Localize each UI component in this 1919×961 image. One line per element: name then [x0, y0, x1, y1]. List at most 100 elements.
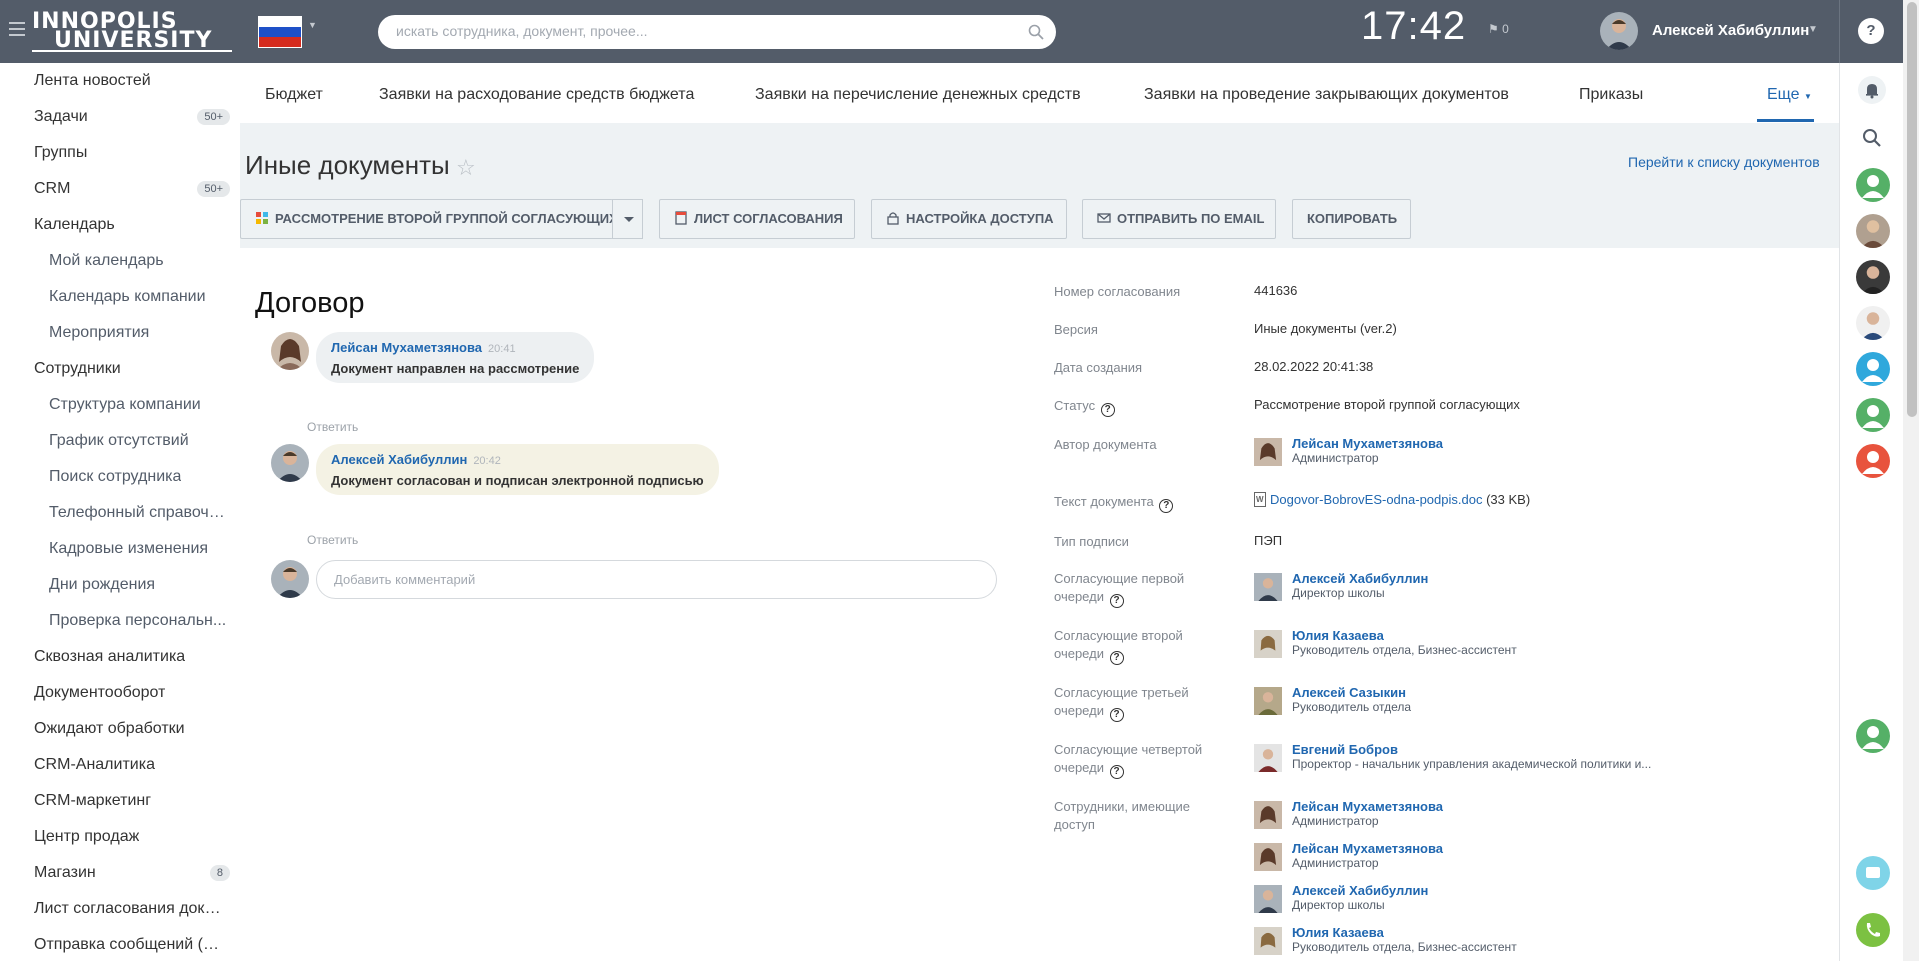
contact-avatar[interactable] [1856, 352, 1890, 386]
person-name[interactable]: Юлия Казаева [1292, 925, 1384, 940]
sidebar-item[interactable]: Поиск сотрудника [0, 459, 240, 495]
search-icon[interactable] [1028, 24, 1044, 40]
language-flag-icon[interactable] [258, 16, 302, 48]
approval-sheet-button[interactable]: Лист согласования [659, 199, 855, 239]
sidebar-item[interactable]: CRM-Аналитика [0, 747, 240, 783]
menu-burger-icon[interactable] [9, 22, 25, 36]
sidebar-item[interactable]: Центр продаж [0, 819, 240, 855]
scrollbar-thumb[interactable] [1907, 2, 1917, 417]
contact-avatar[interactable] [1856, 444, 1890, 478]
help-question-icon[interactable]: ? [1109, 651, 1124, 665]
flag-icon: ⚑ [1488, 22, 1499, 36]
sidebar-item[interactable]: Мой календарь [0, 243, 240, 279]
tab-money-transfer-requests[interactable]: Заявки на перечисление денежных средств [755, 86, 1081, 104]
sidebar-item[interactable]: Телефонный справочн... [0, 495, 240, 531]
sidebar-item[interactable]: График отсутствий [0, 423, 240, 459]
sidebar-item[interactable]: Магазин 8 [0, 855, 240, 891]
phone-call-icon[interactable] [1856, 913, 1890, 947]
person-avatar[interactable] [1254, 687, 1282, 715]
sidebar-item[interactable]: Дни рождения [0, 567, 240, 603]
sidebar-item-label: Кадровые изменения [49, 540, 209, 557]
prop-label-version: Версия [1054, 322, 1098, 337]
sidebar-item[interactable]: Отправка сообщений (С... [0, 927, 240, 961]
tab-budget-spending-requests[interactable]: Заявки на расходование средств бюджета [379, 86, 694, 104]
sidebar-item[interactable]: Ожидают обработки [0, 711, 240, 747]
tab-orders[interactable]: Приказы [1579, 86, 1643, 104]
comment-avatar[interactable] [271, 444, 309, 482]
help-icon[interactable]: ? [1858, 18, 1884, 44]
status-action-dropdown-icon[interactable] [612, 199, 643, 239]
reply-link[interactable]: Ответить [307, 533, 358, 547]
person-name[interactable]: Алексей Хабибуллин [1292, 571, 1428, 586]
sidebar-item[interactable]: Сквозная аналитика [0, 639, 240, 675]
favorite-star-icon[interactable]: ☆ [456, 155, 476, 181]
sidebar-item[interactable]: Лист согласования доку... [0, 891, 240, 927]
person-avatar[interactable] [1254, 801, 1282, 829]
help-question-icon[interactable]: ? [1109, 765, 1124, 779]
send-email-button[interactable]: Отправить по email [1082, 199, 1276, 239]
sidebar-item[interactable]: Календарь [0, 207, 240, 243]
access-settings-button[interactable]: Настройка доступа [871, 199, 1067, 239]
copy-button[interactable]: Копировать [1292, 199, 1411, 239]
person-avatar[interactable] [1254, 573, 1282, 601]
clock[interactable]: 17:42 [1361, 4, 1466, 49]
contact-avatar[interactable] [1856, 214, 1890, 248]
prop-value-version: Иные документы (ver.2) [1254, 321, 1397, 336]
search-input[interactable] [396, 23, 996, 39]
contact-avatar[interactable] [1856, 306, 1890, 340]
comment-author[interactable]: Алексей Хабибуллин [331, 452, 467, 467]
status-action-button[interactable]: Рассмотрение второй группой согласующих [240, 199, 618, 239]
help-question-icon[interactable]: ? [1109, 594, 1124, 608]
person-name[interactable]: Лейсан Мухаметзянова [1292, 436, 1443, 451]
help-question-icon[interactable]: ? [1100, 403, 1115, 417]
add-comment-input[interactable] [334, 572, 974, 587]
person-name[interactable]: Алексей Хабибуллин [1292, 883, 1428, 898]
sidebar-item[interactable]: Лента новостей [0, 63, 240, 99]
comment-author[interactable]: Лейсан Мухаметзянова [331, 340, 482, 355]
sidebar-item[interactable]: Группы [0, 135, 240, 171]
tab-budget[interactable]: Бюджет [265, 86, 323, 104]
search-icon[interactable] [1857, 123, 1887, 153]
person-name[interactable]: Алексей Сазыкин [1292, 685, 1406, 700]
sidebar-item[interactable]: Кадровые изменения [0, 531, 240, 567]
person-name[interactable]: Лейсан Мухаметзянова [1292, 841, 1443, 856]
sidebar-item[interactable]: CRM 50+ [0, 171, 240, 207]
sidebar-item[interactable]: Задачи 50+ [0, 99, 240, 135]
university-logo[interactable]: INNOPOLIS UNIVERSITY [32, 11, 232, 52]
reply-link[interactable]: Ответить [307, 420, 358, 434]
person-avatar[interactable] [1254, 744, 1282, 772]
person-avatar[interactable] [1254, 885, 1282, 913]
person-name[interactable]: Евгений Бобров [1292, 742, 1398, 757]
sidebar-item[interactable]: Документооборот [0, 675, 240, 711]
person-role: Руководитель отдела, Бизнес-ассистент [1292, 643, 1517, 657]
page-scrollbar[interactable] [1903, 0, 1919, 961]
sidebar-item[interactable]: Структура компании [0, 387, 240, 423]
add-comment-box [316, 560, 997, 599]
sidebar-item[interactable]: Календарь компании [0, 279, 240, 315]
language-caret-icon[interactable]: ▼ [308, 20, 317, 30]
person-name[interactable]: Юлия Казаева [1292, 628, 1384, 643]
document-list-link[interactable]: Перейти к списку документов [1628, 154, 1820, 170]
sidebar-item[interactable]: CRM-маркетинг [0, 783, 240, 819]
contact-avatar[interactable] [1856, 168, 1890, 202]
sidebar-item[interactable]: Проверка персональн... [0, 603, 240, 639]
person-avatar[interactable] [1254, 927, 1282, 955]
contact-avatar[interactable] [1856, 398, 1890, 432]
chat-widget-icon[interactable] [1856, 856, 1890, 890]
person-name[interactable]: Лейсан Мухаметзянова [1292, 799, 1443, 814]
contact-avatar[interactable] [1856, 719, 1890, 753]
notifications-bell-icon[interactable] [1857, 75, 1887, 105]
sidebar-item[interactable]: Сотрудники [0, 351, 240, 387]
help-question-icon[interactable]: ? [1159, 499, 1174, 513]
person-avatar[interactable] [1254, 630, 1282, 658]
sidebar-item[interactable]: Мероприятия [0, 315, 240, 351]
file-link[interactable]: Dogovor-BobrovES-odna-podpis.doc [1270, 492, 1482, 507]
person-avatar[interactable] [1254, 843, 1282, 871]
comment-avatar[interactable] [271, 332, 309, 370]
help-question-icon[interactable]: ? [1109, 708, 1124, 722]
person-avatar[interactable] [1254, 438, 1282, 466]
contact-avatar[interactable] [1856, 260, 1890, 294]
flag-counter[interactable]: ⚑ 0 [1488, 22, 1509, 36]
tab-closing-documents-requests[interactable]: Заявки на проведение закрывающих докумен… [1144, 86, 1509, 104]
tab-more[interactable]: Еще ▼ [1767, 86, 1812, 104]
